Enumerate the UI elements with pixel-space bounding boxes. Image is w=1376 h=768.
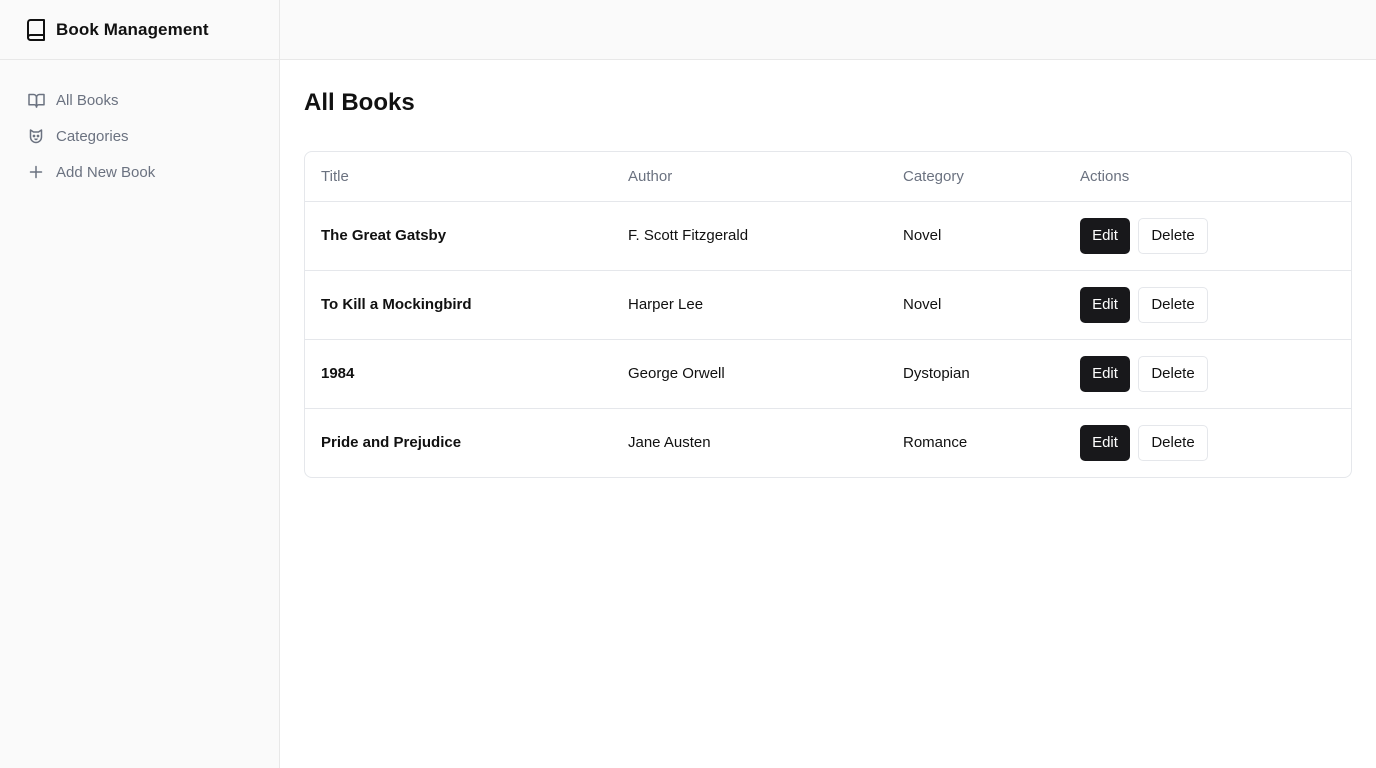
book-category: Novel [887,201,1064,271]
book-icon [26,18,46,41]
categories-icon [27,127,45,145]
row-actions: Edit Delete [1064,201,1351,271]
column-header-actions: Actions [1064,152,1351,202]
book-author: George Orwell [612,339,887,409]
book-category: Novel [887,270,1064,340]
delete-button[interactable]: Delete [1138,355,1208,392]
book-author: Jane Austen [628,434,711,452]
edit-button[interactable]: Edit [1080,217,1130,254]
plus-icon [27,163,45,181]
sidebar-item-label: Categories [56,127,129,145]
main-area: All Books Title Author Category Actions … [280,0,1376,768]
books-table-card: Title Author Category Actions The Great … [304,151,1352,478]
book-title: The Great Gatsby [305,201,612,271]
row-actions: Edit Delete [1064,339,1351,409]
row-actions: Edit Delete [1064,270,1351,340]
book-title: 1984 [305,339,612,409]
sidebar-item-label: All Books [56,91,119,109]
sidebar-item-all-books[interactable]: All Books [0,82,279,118]
edit-button[interactable]: Edit [1080,424,1130,461]
sidebar-nav: All Books Categories Add New Book [0,60,279,190]
book-author: Harper Lee [612,270,887,340]
books-table: Title Author Category Actions The Great … [305,152,1351,477]
top-bar [280,0,1376,60]
app-root: Book Management All Books Categories Add… [0,0,1376,768]
page-title: All Books [304,89,415,116]
delete-button[interactable]: Delete [1138,286,1208,323]
book-author: F. Scott Fitzgerald [612,201,887,271]
sidebar-item-add-new-book[interactable]: Add New Book [0,154,279,190]
book-open-icon [27,91,45,109]
table-row: Pride and Prejudice Jane Austen Romance … [305,408,1351,477]
sidebar-item-label: Add New Book [56,163,156,181]
table-row: 1984 George Orwell Dystopian Edit Delete [305,339,1351,409]
row-actions: Edit Delete [1064,408,1351,477]
column-header-author: Author [612,152,887,202]
delete-button[interactable]: Delete [1138,424,1208,461]
edit-button[interactable]: Edit [1080,286,1130,323]
sidebar-item-categories[interactable]: Categories [0,118,279,154]
column-header-title: Title [305,152,612,202]
column-header-category: Category [887,152,1064,202]
table-header-row: Title Author Category Actions [305,152,1351,202]
content: All Books Title Author Category Actions … [280,60,1376,478]
sidebar: Book Management All Books Categories Add… [0,0,280,768]
edit-button[interactable]: Edit [1080,355,1130,392]
book-category: Romance [903,434,968,452]
brand: Book Management [0,0,279,60]
book-category: Dystopian [887,339,1064,409]
table-row: The Great Gatsby F. Scott Fitzgerald Nov… [305,201,1351,271]
brand-title: Book Management [56,19,209,39]
table-row: To Kill a Mockingbird Harper Lee Novel E… [305,270,1351,340]
book-title: Pride and Prejudice [321,434,462,452]
delete-button[interactable]: Delete [1138,217,1208,254]
book-title: To Kill a Mockingbird [305,270,612,340]
